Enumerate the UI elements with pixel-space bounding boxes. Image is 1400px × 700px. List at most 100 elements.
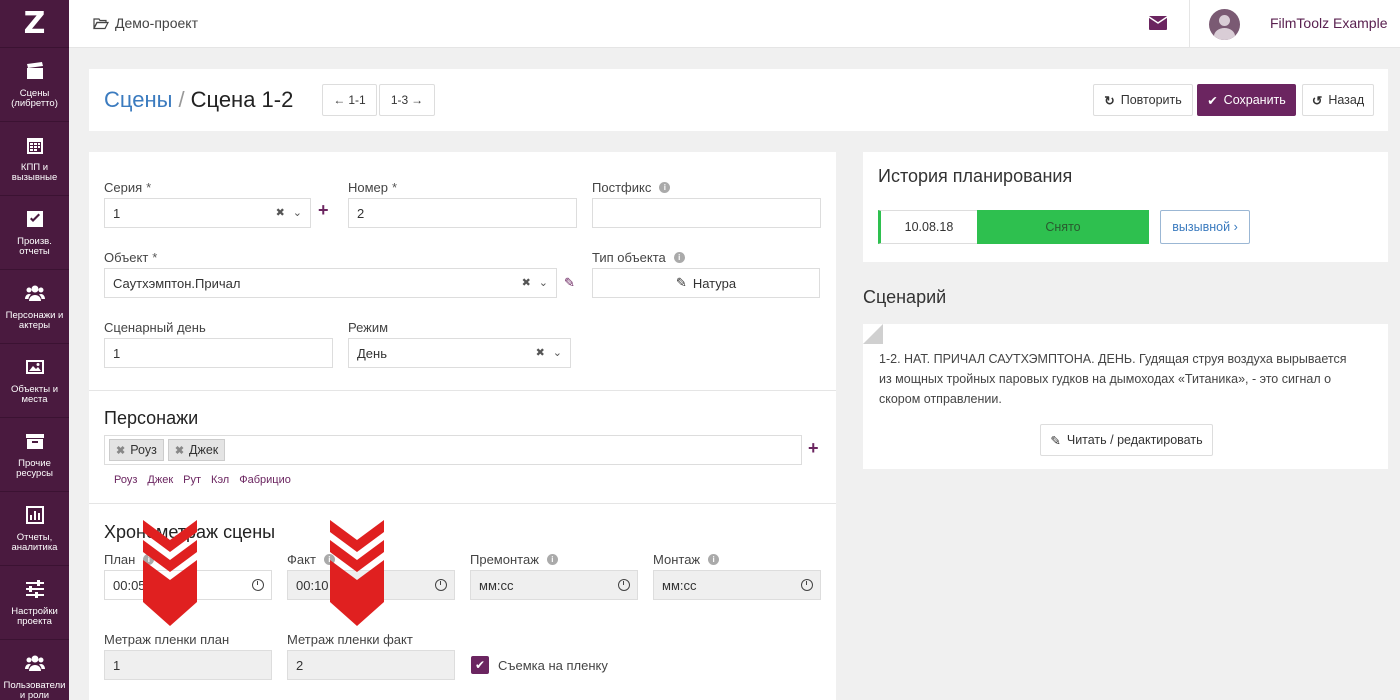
- repeat-button[interactable]: ↻ Повторить: [1093, 84, 1193, 116]
- suggestion-link[interactable]: Кэл: [211, 474, 229, 486]
- character-tag[interactable]: ✖ Джек: [167, 439, 226, 461]
- clock-icon[interactable]: [252, 579, 264, 591]
- arrow-right-icon: →: [411, 93, 424, 107]
- prev-scene-button[interactable]: ← 1-1: [322, 84, 377, 116]
- call-sheet-button[interactable]: вызывной ›: [1160, 210, 1250, 244]
- info-icon: i: [708, 554, 720, 565]
- call-sheet-label: вызывной: [1172, 220, 1231, 234]
- characters-multiselect[interactable]: ✖ Роуз ✖ Джек: [104, 435, 802, 465]
- clear-icon[interactable]: ✖: [276, 206, 285, 219]
- clear-icon[interactable]: ✖: [536, 346, 545, 359]
- envelope-icon[interactable]: [1149, 16, 1167, 30]
- info-icon: i: [659, 182, 671, 193]
- info-icon: i: [546, 554, 558, 565]
- sidebar-item-label: Сцены (либретто): [11, 87, 58, 109]
- series-select[interactable]: 1 ✖ ⌄: [104, 198, 311, 228]
- object-label: Объект *: [104, 250, 158, 265]
- object-value: Саутхэмптон.Причал: [113, 275, 241, 291]
- suggestion-link[interactable]: Рут: [183, 474, 201, 486]
- project-link[interactable]: Демо-проект: [93, 15, 198, 31]
- remove-icon[interactable]: ✖: [175, 444, 184, 457]
- page-corner: [863, 324, 883, 344]
- clock-icon[interactable]: [435, 579, 447, 591]
- premontage-time-input[interactable]: мм:сс: [470, 570, 638, 600]
- sidebar-item-label: Произв. отчеты: [17, 235, 52, 257]
- read-edit-label: Читать / редактировать: [1066, 433, 1203, 447]
- film-fact-label: Метраж пленки факт: [287, 632, 413, 647]
- film-fact-input[interactable]: 2: [287, 650, 455, 680]
- object-type-value: Натура: [692, 275, 737, 291]
- clock-icon[interactable]: [618, 579, 630, 591]
- film-plan-input[interactable]: 1: [104, 650, 272, 680]
- mode-select[interactable]: День ✖ ⌄: [348, 338, 571, 368]
- film-shoot-label: Съемка на пленку: [498, 658, 608, 673]
- chevron-down-icon[interactable]: ⌄: [293, 206, 302, 219]
- sidebar-item-reports[interactable]: Произв. отчеты: [0, 196, 69, 270]
- checkbox-icon: [26, 210, 43, 227]
- users-icon: [24, 285, 45, 301]
- add-character-icon[interactable]: +: [808, 438, 819, 459]
- divider: [89, 390, 836, 391]
- montage-label: Монтаж i: [653, 552, 720, 567]
- number-label: Номер *: [348, 180, 398, 195]
- calendar-icon: [26, 137, 43, 154]
- sidebar-item-resources[interactable]: Прочие ресурсы: [0, 418, 69, 492]
- sidebar-item-scenes[interactable]: Сцены (либретто): [0, 48, 69, 122]
- characters-title: Персонажи: [104, 408, 199, 428]
- object-type-label: Тип объекта i: [592, 250, 685, 265]
- sidebar-item-settings[interactable]: Настройки проекта: [0, 566, 69, 640]
- sidebar-item-analytics[interactable]: Отчеты, аналитика: [0, 492, 69, 566]
- planning-history-title: История планирования: [878, 166, 1073, 186]
- add-series-icon[interactable]: +: [318, 200, 329, 221]
- archive-icon: [25, 433, 44, 449]
- postfix-label: Постфикс i: [592, 180, 671, 195]
- number-input[interactable]: 2: [348, 198, 577, 228]
- back-label: Назад: [1328, 93, 1365, 107]
- character-tag[interactable]: ✖ Роуз: [109, 439, 164, 461]
- history-date: 10.08.18: [878, 210, 978, 244]
- next-scene-button[interactable]: 1-3 →: [379, 84, 435, 116]
- divider: [1189, 0, 1190, 48]
- save-button[interactable]: ✔ Сохранить: [1197, 84, 1296, 116]
- chevron-down-icon[interactable]: ⌄: [539, 276, 548, 289]
- script-day-input[interactable]: 1: [104, 338, 333, 368]
- mode-label: Режим: [348, 320, 389, 335]
- sidebar-item-label: Прочие ресурсы: [16, 457, 53, 479]
- object-select[interactable]: Саутхэмптон.Причал ✖ ⌄: [104, 268, 557, 298]
- montage-time-input[interactable]: мм:сс: [653, 570, 821, 600]
- scenario-panel: 1-2. НАТ. ПРИЧАЛ САУТХЭМПТОНА. ДЕНЬ. Гуд…: [863, 324, 1388, 469]
- suggestion-link[interactable]: Роуз: [114, 474, 137, 486]
- series-value: 1: [113, 205, 121, 221]
- avatar[interactable]: [1209, 9, 1240, 40]
- clear-icon[interactable]: ✖: [522, 276, 531, 289]
- clock-icon[interactable]: [801, 579, 813, 591]
- sliders-icon: [25, 579, 44, 598]
- suggestion-link[interactable]: Джек: [147, 474, 173, 486]
- remove-icon[interactable]: ✖: [116, 444, 125, 457]
- sidebar-item-characters[interactable]: Персонажи и актеры: [0, 270, 69, 344]
- sidebar-item-label: Отчеты, аналитика: [11, 531, 58, 553]
- read-edit-button[interactable]: ✎ Читать / редактировать: [1040, 424, 1213, 456]
- film-shoot-checkbox[interactable]: ✔: [471, 656, 489, 674]
- back-button[interactable]: ↺ Назад: [1302, 84, 1374, 116]
- page-title: Сцена 1-2: [190, 87, 294, 112]
- chevron-down-icon[interactable]: ⌄: [553, 346, 562, 359]
- sidebar-item-callsheets[interactable]: КПП и вызывные: [0, 122, 69, 196]
- suggestion-link[interactable]: Фабрицио: [239, 474, 291, 486]
- edit-object-icon[interactable]: ✎: [564, 275, 575, 291]
- repeat-label: Повторить: [1120, 93, 1182, 107]
- page-header: Сцены / Сцена 1-2 ← 1-1 1-3 → ↻ Повторить …: [89, 69, 1388, 131]
- mode-value: День: [357, 345, 387, 361]
- sidebar-item-users[interactable]: Пользователи и роли: [0, 640, 69, 700]
- object-type-button[interactable]: ✎ Натура: [592, 268, 820, 298]
- script-day-label: Сценарный день: [104, 320, 206, 335]
- breadcrumb-scenes-link[interactable]: Сцены: [104, 87, 172, 112]
- divider: [89, 503, 836, 504]
- app-logo[interactable]: Z: [0, 0, 69, 48]
- breadcrumb: Сцены / Сцена 1-2: [104, 87, 293, 113]
- sidebar-item-locations[interactable]: Объекты и места: [0, 344, 69, 418]
- info-icon: i: [673, 252, 685, 263]
- postfix-input[interactable]: [592, 198, 821, 228]
- check-icon: ✔: [1207, 93, 1218, 108]
- user-name[interactable]: FilmToolz Example: [1270, 15, 1387, 31]
